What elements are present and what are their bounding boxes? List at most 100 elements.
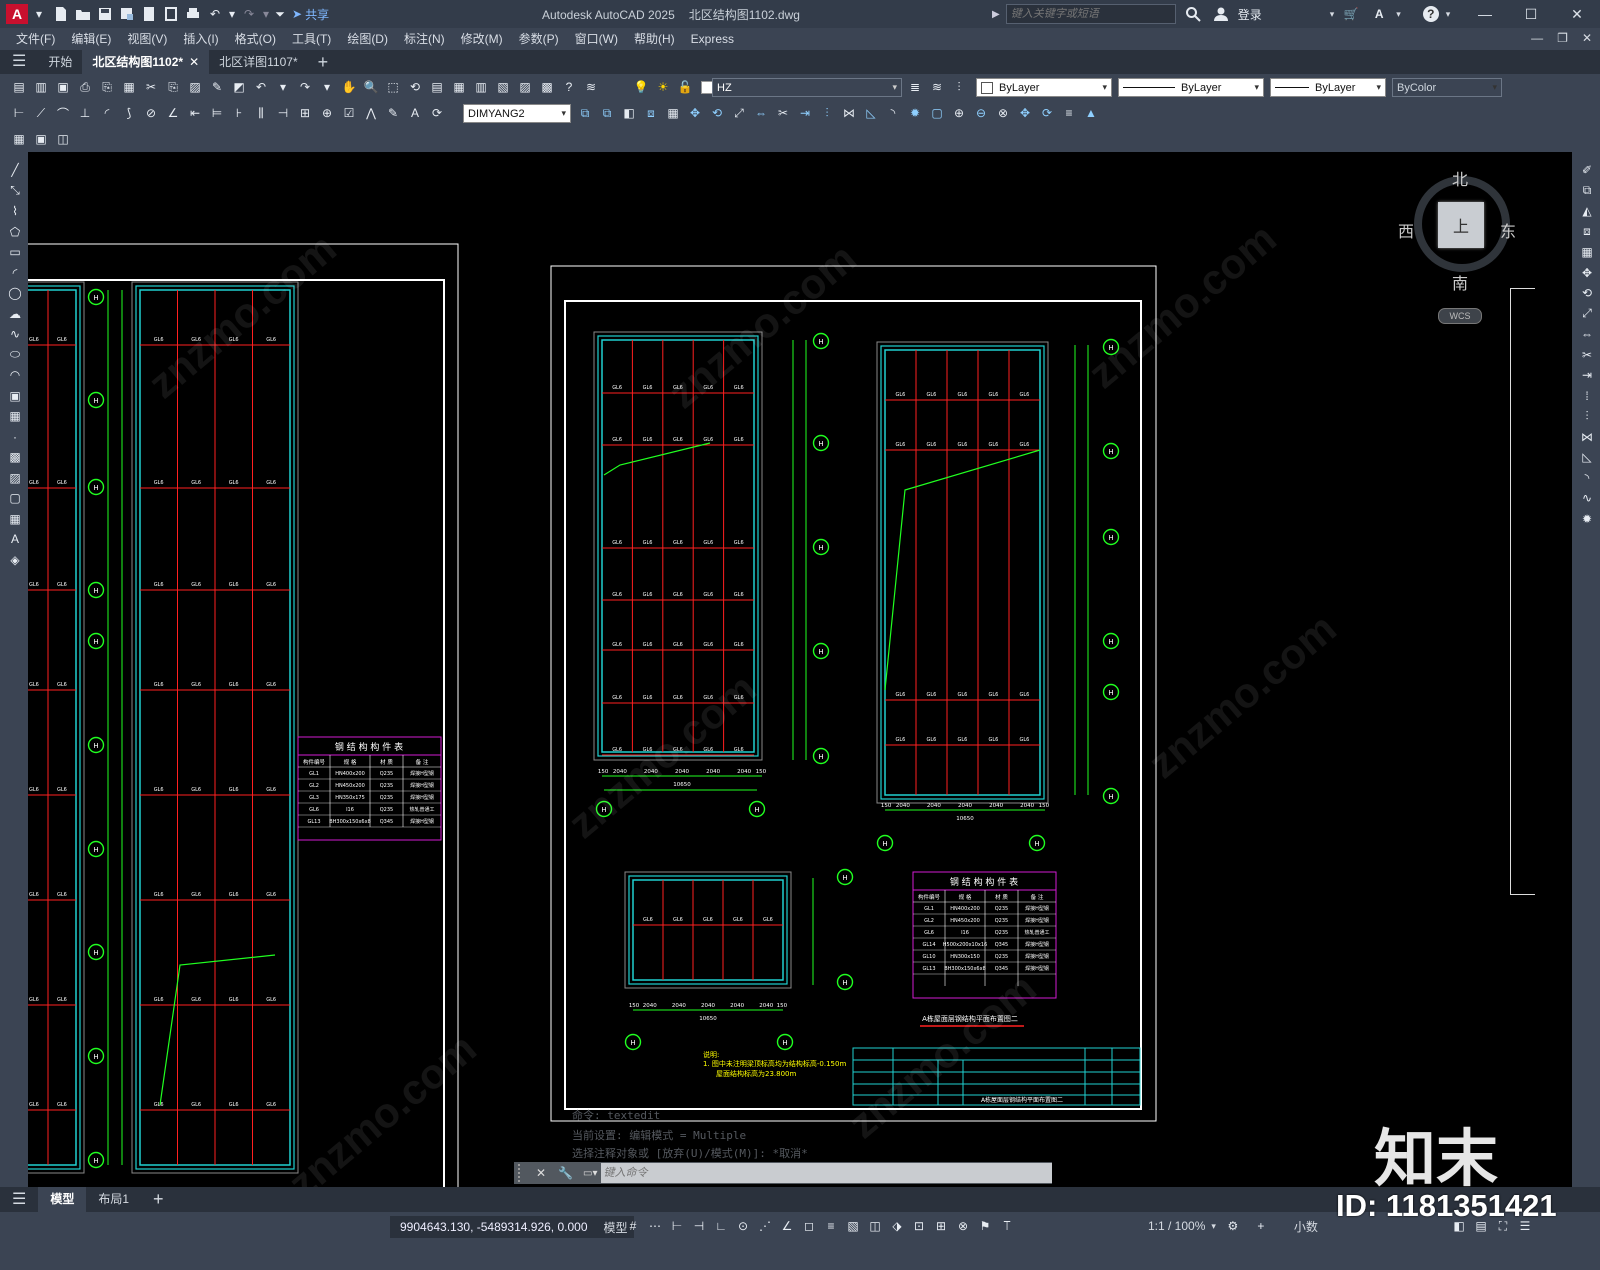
tab-model[interactable]: 模型 xyxy=(38,1187,87,1212)
design-center-icon[interactable]: ▦ xyxy=(449,77,469,97)
menu-format[interactable]: 格式(O) xyxy=(227,28,284,50)
gizmo-icon[interactable]: ⊗ xyxy=(953,1216,973,1236)
dynamic-input-icon[interactable]: ⊣ xyxy=(689,1216,709,1236)
zoom-realtime-icon[interactable]: 🔍 xyxy=(361,77,381,97)
extrude-icon[interactable]: ▲ xyxy=(1081,103,1101,123)
blend-icon[interactable]: ∿ xyxy=(1577,488,1597,508)
zoom-previous-icon[interactable]: ⟲ xyxy=(405,77,425,97)
offset-icon[interactable]: ⧈ xyxy=(641,103,661,123)
tab-active-drawing[interactable]: 北区结构图1102* ✕ xyxy=(82,50,210,74)
menu-insert[interactable]: 插入(I) xyxy=(175,28,226,50)
autodesk-app-icon[interactable]: A xyxy=(1369,4,1389,24)
lineweight-icon[interactable]: ≡ xyxy=(821,1216,841,1236)
dim-continue-icon[interactable]: ⊦ xyxy=(229,103,249,123)
block-icon[interactable]: ◩ xyxy=(229,77,249,97)
save-as-icon[interactable] xyxy=(117,4,137,24)
snap-icon[interactable]: ⋯ xyxy=(645,1216,665,1236)
annotation-scale[interactable]: 1:1 / 100% xyxy=(1148,1219,1205,1233)
tool-palettes-icon[interactable]: ▥ xyxy=(471,77,491,97)
region-icon[interactable]: ▢ xyxy=(5,488,25,508)
plot-icon[interactable] xyxy=(183,4,203,24)
table-icon[interactable]: ▦ xyxy=(5,509,25,529)
block-editor-icon[interactable]: ▦ xyxy=(9,129,29,149)
annotation-visibility-icon[interactable]: ⚑ xyxy=(975,1216,995,1236)
dim-style-icon[interactable]: ⧉ xyxy=(575,103,595,123)
viewcube-east[interactable]: 东 xyxy=(1500,218,1516,242)
point-icon[interactable]: · xyxy=(5,427,25,447)
copy-icon[interactable]: ⎘ xyxy=(163,77,183,97)
open-folder-icon[interactable] xyxy=(73,4,93,24)
undo-icon[interactable]: ↶ xyxy=(205,4,225,24)
undo-dropdown-icon[interactable]: ▾ xyxy=(227,4,237,24)
redo-dd-icon[interactable]: ▾ xyxy=(317,77,337,97)
viewcube-west[interactable]: 西 xyxy=(1398,218,1414,242)
mirror-icon[interactable]: ◧ xyxy=(619,103,639,123)
layer-freeze-icon[interactable]: ☀ xyxy=(653,77,673,97)
tab-layout1[interactable]: 布局1 xyxy=(86,1187,141,1212)
ortho-icon[interactable]: ∟ xyxy=(711,1216,731,1236)
dim-diameter-icon[interactable]: ⊘ xyxy=(141,103,161,123)
search-input[interactable] xyxy=(1005,4,1176,24)
share-button[interactable]: ➤ 共享 xyxy=(292,6,329,23)
spline-icon[interactable]: ∿ xyxy=(5,324,25,344)
units-dropdown[interactable]: 小数 xyxy=(1294,1218,1318,1235)
menu-help[interactable]: 帮助(H) xyxy=(626,28,683,50)
selection-cycling-icon[interactable]: ◫ xyxy=(865,1216,885,1236)
linetype-dropdown[interactable]: ByLayer ▾ xyxy=(1118,78,1264,97)
dim-break-icon[interactable]: ⊣ xyxy=(273,103,293,123)
array-icon[interactable]: ▦ xyxy=(1577,242,1597,262)
minimize-button[interactable]: — xyxy=(1462,0,1508,28)
help-icon[interactable]: ? xyxy=(1422,6,1439,22)
insert-block-icon[interactable]: ▣ xyxy=(5,386,25,406)
hatch-icon[interactable]: ▩ xyxy=(5,447,25,467)
dim-angular-icon[interactable]: ∠ xyxy=(163,103,183,123)
plotstyle-dropdown[interactable]: ByColor ▾ xyxy=(1392,78,1502,97)
explode-icon[interactable]: ✹ xyxy=(905,103,925,123)
viewcube-north[interactable]: 北 xyxy=(1452,166,1468,190)
annomonitor-plus-icon[interactable]: + xyxy=(1251,1216,1271,1236)
publish-icon[interactable] xyxy=(139,4,159,24)
erase-icon[interactable]: ✐ xyxy=(1577,160,1597,180)
move-icon[interactable]: ✥ xyxy=(1577,263,1597,283)
scale-icon[interactable]: ⤢ xyxy=(729,103,749,123)
lineweight-dropdown[interactable]: ByLayer ▾ xyxy=(1270,78,1386,97)
help-dropdown-icon[interactable]: ▾ xyxy=(1446,9,1451,20)
export-icon[interactable] xyxy=(161,4,181,24)
tab-start[interactable]: 开始 xyxy=(38,50,82,74)
search-expand-icon[interactable]: ▶ xyxy=(992,9,1000,20)
color-dropdown[interactable]: ByLayer ▾ xyxy=(976,78,1112,97)
isodraft-icon[interactable]: ⋰ xyxy=(755,1216,775,1236)
layer-previous-icon[interactable]: ⫶ xyxy=(949,77,969,97)
infer-icon[interactable]: ⊢ xyxy=(667,1216,687,1236)
region-icon[interactable]: ▢ xyxy=(927,103,947,123)
chamfer-icon[interactable]: ◺ xyxy=(1577,447,1597,467)
attribute-icon[interactable]: ◫ xyxy=(53,129,73,149)
dim-edit-icon[interactable]: ✎ xyxy=(383,103,403,123)
login-button[interactable]: 登录 xyxy=(1238,6,1262,23)
workspace-gear-icon[interactable]: ⚙ xyxy=(1223,1216,1243,1236)
fillet-icon[interactable]: ◝ xyxy=(1577,468,1597,488)
command-grip-icon[interactable] xyxy=(518,1164,526,1182)
offset-icon[interactable]: ⧈ xyxy=(1577,222,1597,242)
dim-ordinate-icon[interactable]: ⊥ xyxy=(75,103,95,123)
menu-window[interactable]: 窗口(W) xyxy=(567,28,626,50)
scale-icon[interactable]: ⤢ xyxy=(1577,304,1597,324)
undo-dd-icon[interactable]: ▾ xyxy=(273,77,293,97)
copy-icon[interactable]: ⧉ xyxy=(1577,181,1597,201)
rectangle-icon[interactable]: ▭ xyxy=(5,242,25,262)
doc-restore-button[interactable]: ❐ xyxy=(1557,31,1568,45)
dim-aligned-icon[interactable]: ⟋ xyxy=(31,103,51,123)
auto-scale-icon[interactable]: ⟙ xyxy=(997,1216,1017,1236)
center-mark-icon[interactable]: ⊕ xyxy=(317,103,337,123)
trim-icon[interactable]: ✂ xyxy=(1577,345,1597,365)
wcs-dropdown[interactable]: WCS xyxy=(1438,308,1482,324)
match-prop-icon[interactable]: ✎ xyxy=(207,77,227,97)
line-icon[interactable]: ╱ xyxy=(5,160,25,180)
polygon-icon[interactable]: ⬠ xyxy=(5,222,25,242)
subtract-icon[interactable]: ⊖ xyxy=(971,103,991,123)
qnew-icon[interactable]: ▤ xyxy=(9,77,29,97)
3d-osnap-icon[interactable]: ⬗ xyxy=(887,1216,907,1236)
menu-express[interactable]: Express xyxy=(683,28,742,50)
stretch-icon[interactable]: ⇔ xyxy=(751,103,771,123)
dim-jogged-icon[interactable]: ⟆ xyxy=(119,103,139,123)
